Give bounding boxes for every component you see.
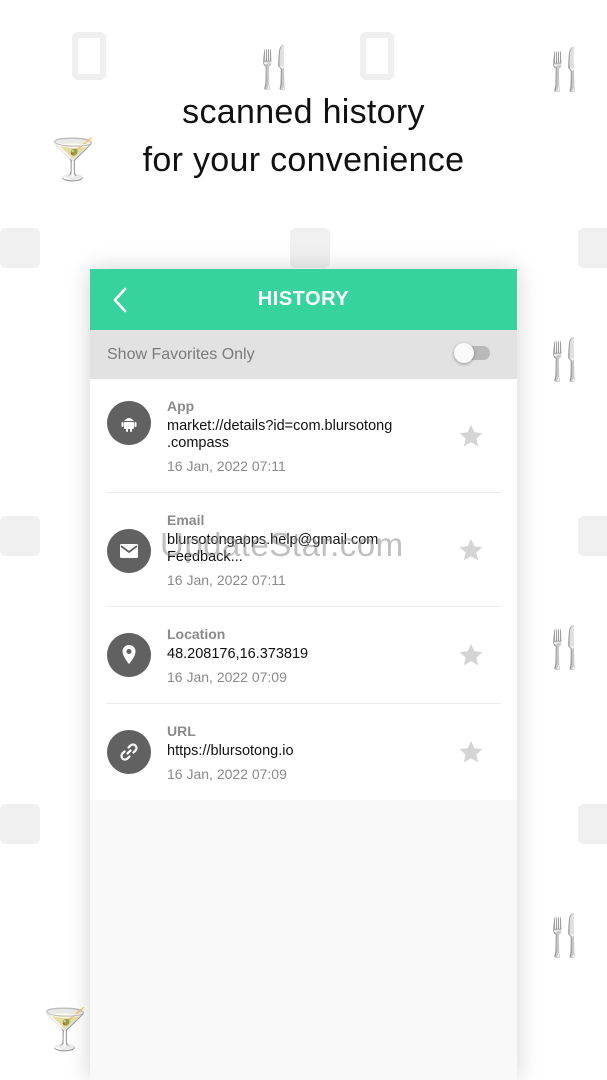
headline-line-2: for your convenience xyxy=(142,141,465,179)
cutlery-icon: 🍴 xyxy=(250,46,300,90)
app-toolbar: HISTORY xyxy=(90,269,517,330)
phone-icon xyxy=(72,32,106,80)
clock-icon xyxy=(0,516,40,556)
item-timestamp: 16 Jan, 2022 07:11 xyxy=(167,458,286,474)
clock-icon xyxy=(0,804,40,844)
toggle-knob xyxy=(454,343,474,363)
favorites-filter-label: Show Favorites Only xyxy=(107,346,255,363)
star-icon[interactable] xyxy=(457,422,485,450)
clock-icon xyxy=(0,228,40,268)
item-type-label: App xyxy=(167,398,195,414)
clock-icon xyxy=(290,228,330,268)
item-content: https://blursotong.io xyxy=(167,743,294,759)
email-icon xyxy=(107,529,151,573)
phone-screen: HISTORY Show Favorites Only App market:/… xyxy=(90,269,517,1080)
history-item-app[interactable]: App market://details?id=com.blursotong .… xyxy=(106,379,501,493)
clock-icon xyxy=(578,804,607,844)
page-headline: scanned history for your convenience xyxy=(0,88,607,184)
item-type-label: URL xyxy=(167,723,196,739)
item-type-label: Location xyxy=(167,626,226,642)
item-timestamp: 16 Jan, 2022 07:09 xyxy=(167,669,287,685)
location-pin-icon xyxy=(107,633,151,677)
item-content: market://details?id=com.blursotong .comp… xyxy=(167,418,393,451)
history-item-location[interactable]: Location 48.208176,16.373819 16 Jan, 202… xyxy=(106,607,501,704)
favorites-toggle[interactable] xyxy=(454,343,490,363)
favorites-filter-bar: Show Favorites Only xyxy=(90,330,517,379)
item-timestamp: 16 Jan, 2022 07:09 xyxy=(167,766,287,782)
cutlery-icon: 🍴 xyxy=(540,626,590,670)
phone-icon xyxy=(360,32,394,80)
headline-line-1: scanned history xyxy=(182,93,425,131)
clock-icon xyxy=(578,228,607,268)
item-content: 48.208176,16.373819 xyxy=(167,646,309,662)
star-icon[interactable] xyxy=(457,738,485,766)
cutlery-icon: 🍴 xyxy=(540,338,590,382)
cutlery-icon: 🍴 xyxy=(540,48,590,92)
cocktail-icon: 🍸 xyxy=(40,1008,90,1052)
clock-icon xyxy=(578,516,607,556)
android-icon xyxy=(107,401,151,445)
cutlery-icon: 🍴 xyxy=(540,914,590,958)
watermark-text: UpdateStar.com xyxy=(160,526,404,563)
star-icon[interactable] xyxy=(457,641,485,669)
item-timestamp: 16 Jan, 2022 07:11 xyxy=(167,572,286,588)
link-icon xyxy=(107,730,151,774)
star-icon[interactable] xyxy=(457,536,485,564)
page-title: HISTORY xyxy=(257,288,350,310)
history-list: App market://details?id=com.blursotong .… xyxy=(90,379,517,800)
history-item-url[interactable]: URL https://blursotong.io 16 Jan, 2022 0… xyxy=(106,704,501,800)
